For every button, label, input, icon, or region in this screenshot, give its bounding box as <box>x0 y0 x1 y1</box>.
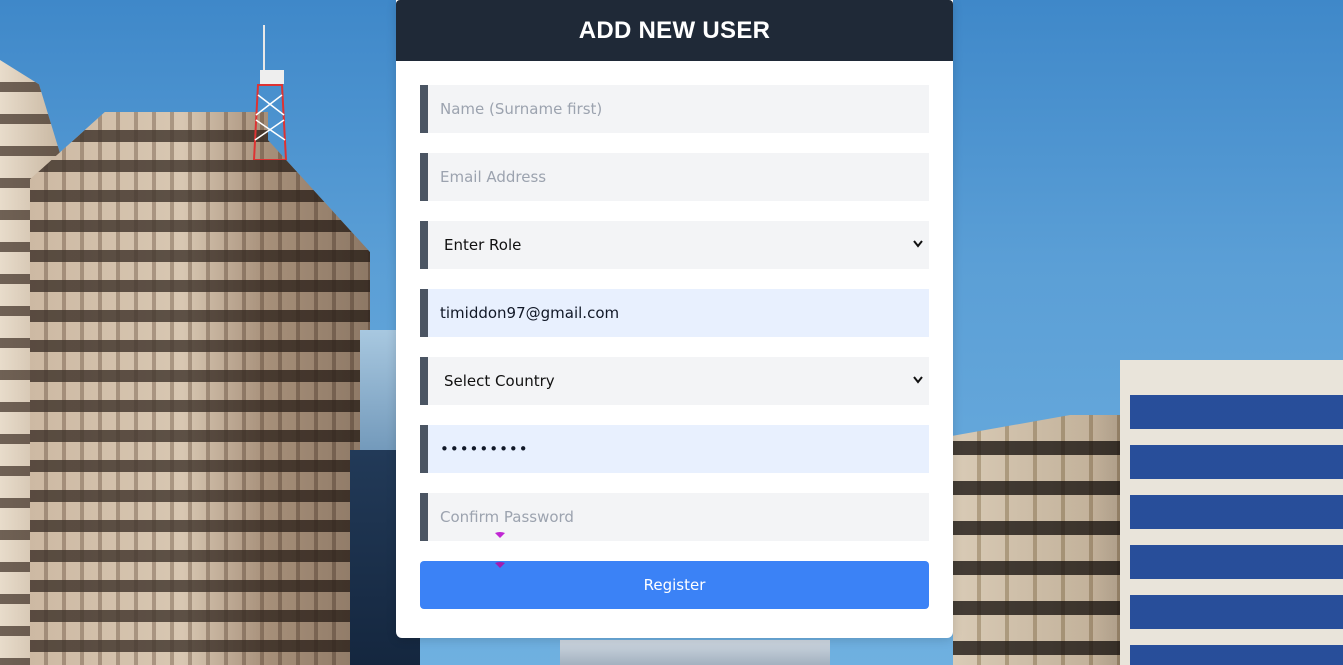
card-header: ADD NEW USER <box>396 0 953 61</box>
building-right-blue-windows <box>1120 360 1343 665</box>
country-select[interactable]: Select Country <box>428 357 929 405</box>
antenna-tower <box>252 25 288 160</box>
role-select[interactable]: Enter Role <box>428 221 929 269</box>
confirm-password-input[interactable] <box>428 493 929 541</box>
email-input[interactable] <box>428 153 929 201</box>
country-field-wrapper: Select Country <box>420 357 929 405</box>
building-left-tower <box>30 112 370 665</box>
add-user-card: ADD NEW USER Enter Role Select Country <box>396 0 953 638</box>
role-field-wrapper: Enter Role <box>420 221 929 269</box>
username-field-wrapper <box>420 289 929 337</box>
confirm-password-field-wrapper <box>420 493 929 541</box>
building-right-beige <box>953 415 1148 665</box>
name-field-wrapper <box>420 85 929 133</box>
username-email-input[interactable] <box>428 289 929 337</box>
password-field-wrapper <box>420 425 929 473</box>
page-title: ADD NEW USER <box>578 16 771 44</box>
building-bottom-mid <box>560 640 830 665</box>
register-button[interactable]: Register <box>420 561 929 609</box>
email-field-wrapper <box>420 153 929 201</box>
building-glass <box>360 330 400 460</box>
name-input[interactable] <box>428 85 929 133</box>
add-user-form: Enter Role Select Country Register <box>396 61 953 609</box>
password-input[interactable] <box>428 425 929 473</box>
